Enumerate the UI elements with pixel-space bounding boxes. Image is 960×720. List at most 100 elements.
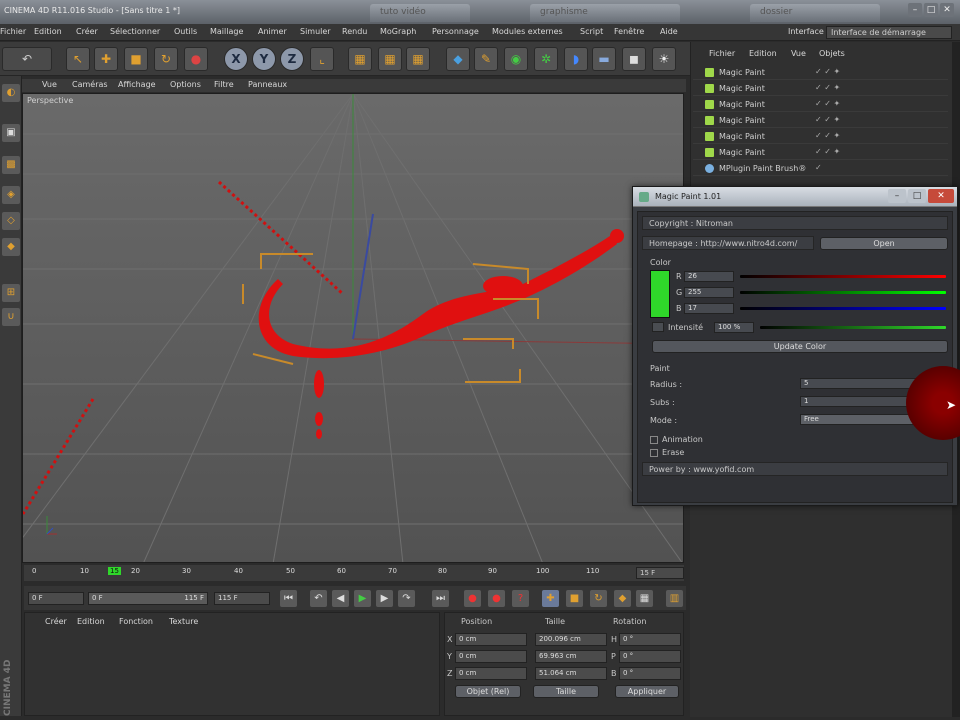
color-swatch[interactable] [650,270,670,318]
render-picture-viewer-icon[interactable]: ▦ [378,47,402,71]
interface-select[interactable]: Interface de démarrage [826,26,952,39]
object-row[interactable]: Magic Paint ✓ ✓ ✦ [693,66,948,80]
object-menu-edition[interactable]: Edition [749,49,777,58]
object-menu-objets[interactable]: Objets [819,49,845,58]
open-homepage-button[interactable]: Open [820,237,948,250]
animation-checkbox[interactable] [650,436,658,444]
x-axis-lock-button[interactable]: X [224,47,248,71]
undo-icon[interactable]: ↶ [2,47,52,71]
viewport-menu-panneaux[interactable]: Panneaux [248,80,287,89]
object-row[interactable]: MPlugin Paint Brush® ✓ [693,162,948,176]
object-menu-fichier[interactable]: Fichier [709,49,735,58]
rotation-h-field[interactable]: 0 ° [619,633,681,646]
menu-fichier[interactable]: Fichier [0,27,26,36]
rotate-tool-icon[interactable]: ↻ [154,47,178,71]
g-value-field[interactable]: 255 [684,287,734,298]
keyframe-selection-icon[interactable]: ? [512,590,529,607]
g-slider[interactable] [740,291,946,294]
z-axis-lock-button[interactable]: Z [280,47,304,71]
move-tool-icon[interactable]: ✚ [94,47,118,71]
erase-checkbox[interactable] [650,449,658,457]
menu-edition[interactable]: Edition [34,27,62,36]
menu-script[interactable]: Script [580,27,603,36]
b-value-field[interactable]: 17 [684,303,734,314]
render-view-icon[interactable]: ▦ [348,47,372,71]
browser-tab-3[interactable]: dossier [750,4,880,22]
point-level-icon[interactable]: ▦ [636,590,653,607]
recent-tools-icon[interactable]: ● [184,47,208,71]
menu-maillage[interactable]: Maillage [210,27,243,36]
apply-button[interactable]: Appliquer [615,685,679,698]
maximize-button[interactable]: □ [924,3,938,17]
dialog-minimize-button[interactable]: – [888,189,906,203]
viewport-menu-filtre[interactable]: Filtre [214,80,234,89]
viewport-menu-vue[interactable]: Vue [42,80,57,89]
update-color-button[interactable]: Update Color [652,340,948,353]
menu-modules-externes[interactable]: Modules externes [492,27,563,36]
light-icon[interactable]: ☀ [652,47,676,71]
viewport-menu-options[interactable]: Options [170,80,201,89]
position-y-field[interactable]: 0 cm [455,650,527,663]
material-menu-texture[interactable]: Texture [169,617,198,626]
scale-track-icon[interactable]: ■ [566,590,583,607]
object-row[interactable]: Magic Paint ✓ ✓ ✦ [693,114,948,128]
select-tool-icon[interactable]: ↖ [66,47,90,71]
size-z-field[interactable]: 51.064 cm [535,667,607,680]
minimize-button[interactable]: – [908,3,922,17]
object-row[interactable]: Magic Paint ✓ ✓ ✦ [693,98,948,112]
dialog-close-button[interactable]: ✕ [928,189,954,203]
coordinate-system-icon[interactable]: ⌞ [310,47,334,71]
timeline-window-icon[interactable]: ▥ [666,590,683,607]
dialog-title-bar[interactable]: Magic Paint 1.01 – □ ✕ [633,187,957,207]
material-menu-edition[interactable]: Edition [77,617,105,626]
menu-aide[interactable]: Aide [660,27,678,36]
size-x-field[interactable]: 200.096 cm [535,633,607,646]
material-menu-creer[interactable]: Créer [45,617,67,626]
play-icon[interactable]: ▶ [354,590,371,607]
menu-simuler[interactable]: Simuler [300,27,331,36]
browser-tab-1[interactable]: tuto vidéo [370,4,470,22]
object-row[interactable]: Magic Paint ✓ ✓ ✦ [693,130,948,144]
next-frame-icon[interactable]: ▶ [376,590,393,607]
size-mode-select[interactable]: Taille [533,685,599,698]
preview-range-slider[interactable]: 0 F 115 F [88,592,208,605]
current-frame-field[interactable]: 15 F [636,567,684,579]
previous-key-icon[interactable]: ↶ [310,590,327,607]
position-x-field[interactable]: 0 cm [455,633,527,646]
next-key-icon[interactable]: ↷ [398,590,415,607]
use-texture-icon[interactable]: ▩ [2,156,20,174]
menu-mograph[interactable]: MoGraph [380,27,416,36]
timeline-current-marker[interactable]: 15 [108,567,121,575]
menu-rendu[interactable]: Rendu [342,27,367,36]
deformer-icon[interactable]: ◗ [564,47,588,71]
close-button[interactable]: ✕ [940,3,954,17]
use-polygons-icon[interactable]: ◆ [2,238,20,256]
end-frame-field[interactable]: 115 F [214,592,270,605]
size-y-field[interactable]: 69.963 cm [535,650,607,663]
b-slider[interactable] [740,307,946,310]
menu-animer[interactable]: Animer [258,27,287,36]
spline-icon[interactable]: ✎ [474,47,498,71]
record-icon[interactable]: ● [464,590,481,607]
dialog-maximize-button[interactable]: □ [908,189,926,203]
cube-primitive-icon[interactable]: ◆ [446,47,470,71]
menu-personnage[interactable]: Personnage [432,27,479,36]
go-to-end-icon[interactable]: ⏭ [432,590,449,607]
material-menu-fonction[interactable]: Fonction [119,617,153,626]
y-axis-lock-button[interactable]: Y [252,47,276,71]
scene-icon[interactable]: ▬ [592,47,616,71]
menu-creer[interactable]: Créer [76,27,98,36]
go-to-start-icon[interactable]: ⏮ [280,590,297,607]
intensity-toggle[interactable] [652,322,664,332]
rotation-track-icon[interactable]: ↻ [590,590,607,607]
magnet-icon[interactable]: ∪ [2,308,20,326]
menu-selectionner[interactable]: Sélectionner [110,27,160,36]
scale-tool-icon[interactable]: ■ [124,47,148,71]
use-points-icon[interactable]: ◈ [2,186,20,204]
nurbs-icon[interactable]: ◉ [504,47,528,71]
menu-outils[interactable]: Outils [174,27,197,36]
use-edges-icon[interactable]: ◇ [2,212,20,230]
intensity-value-field[interactable]: 100 % [714,322,754,333]
viewport-menu-affichage[interactable]: Affichage [118,80,156,89]
use-model-icon[interactable]: ◐ [2,84,20,102]
